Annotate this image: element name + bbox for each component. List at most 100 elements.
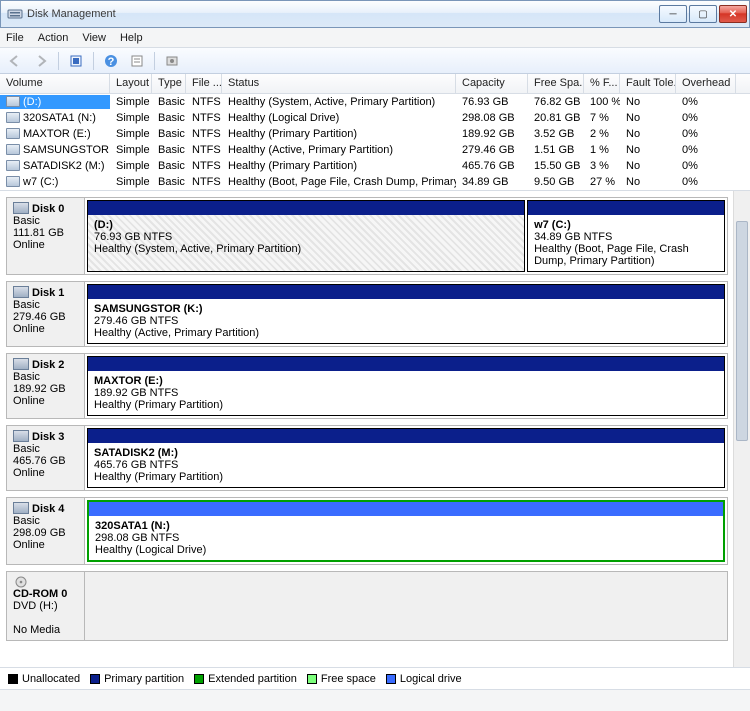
volume-pct: 2 % bbox=[584, 127, 620, 141]
volume-row[interactable]: SAMSUNGSTOR (K:)SimpleBasicNTFSHealthy (… bbox=[0, 142, 750, 158]
partition[interactable]: MAXTOR (E:)189.92 GB NTFSHealthy (Primar… bbox=[87, 356, 725, 416]
partition-body: w7 (C:)34.89 GB NTFSHealthy (Boot, Page … bbox=[528, 215, 724, 271]
disk-info[interactable]: Disk 0Basic111.81 GBOnline bbox=[7, 198, 85, 274]
swatch-free bbox=[307, 674, 317, 684]
volume-status: Healthy (Active, Primary Partition) bbox=[222, 143, 456, 157]
volume-overhead: 0% bbox=[676, 143, 736, 157]
toolbar-separator bbox=[58, 52, 59, 70]
volume-free: 1.51 GB bbox=[528, 143, 584, 157]
volume-fault: No bbox=[620, 159, 676, 173]
disk-name: Disk 4 bbox=[32, 503, 64, 515]
partition-status: Healthy (System, Active, Primary Partiti… bbox=[94, 243, 518, 255]
volume-name: SAMSUNGSTOR (K:) bbox=[23, 144, 110, 156]
partition-body: SATADISK2 (M:)465.76 GB NTFSHealthy (Pri… bbox=[88, 443, 724, 487]
partition[interactable]: SATADISK2 (M:)465.76 GB NTFSHealthy (Pri… bbox=[87, 428, 725, 488]
window-titlebar: Disk Management ─ ▢ ✕ bbox=[0, 0, 750, 28]
legend-label: Unallocated bbox=[22, 673, 80, 685]
col-overhead[interactable]: Overhead bbox=[676, 74, 736, 93]
col-volume[interactable]: Volume bbox=[0, 74, 110, 93]
settings-button[interactable] bbox=[161, 50, 183, 72]
disk-capacity: 279.46 GB bbox=[13, 311, 78, 323]
volume-free: 76.82 GB bbox=[528, 95, 584, 109]
status-bar bbox=[0, 689, 750, 711]
disk-row: Disk 3Basic465.76 GBOnlineSATADISK2 (M:)… bbox=[6, 425, 728, 491]
disk-capacity: 298.09 GB bbox=[13, 527, 78, 539]
app-icon bbox=[7, 6, 23, 22]
partition-size: 298.08 GB NTFS bbox=[95, 532, 717, 544]
scrollbar-thumb[interactable] bbox=[736, 221, 748, 441]
volume-type: Basic bbox=[152, 95, 186, 109]
volume-fs: NTFS bbox=[186, 111, 222, 125]
volume-pct: 1 % bbox=[584, 143, 620, 157]
volume-status: Healthy (Logical Drive) bbox=[222, 111, 456, 125]
volume-overhead: 0% bbox=[676, 159, 736, 173]
disk-info[interactable]: Disk 1Basic279.46 GBOnline bbox=[7, 282, 85, 346]
volume-list-header: Volume Layout Type File ... Status Capac… bbox=[0, 74, 750, 94]
minimize-button[interactable]: ─ bbox=[659, 5, 687, 23]
volume-type: Basic bbox=[152, 143, 186, 157]
partition[interactable]: w7 (C:)34.89 GB NTFSHealthy (Boot, Page … bbox=[527, 200, 725, 272]
volume-capacity: 76.93 GB bbox=[456, 95, 528, 109]
disk-partitions: SAMSUNGSTOR (K:)279.46 GB NTFSHealthy (A… bbox=[85, 282, 727, 346]
refresh-button[interactable] bbox=[65, 50, 87, 72]
col-filesystem[interactable]: File ... bbox=[186, 74, 222, 93]
help-button[interactable]: ? bbox=[100, 50, 122, 72]
volume-row[interactable]: SATADISK2 (M:)SimpleBasicNTFSHealthy (Pr… bbox=[0, 158, 750, 174]
swatch-logical bbox=[386, 674, 396, 684]
back-button[interactable] bbox=[4, 50, 26, 72]
disk-info[interactable]: CD-ROM 0DVD (H:)No Media bbox=[7, 572, 85, 640]
disk-icon bbox=[13, 502, 29, 514]
window-title: Disk Management bbox=[27, 8, 659, 20]
maximize-button[interactable]: ▢ bbox=[689, 5, 717, 23]
toolbar-separator bbox=[93, 52, 94, 70]
scrollbar-vertical[interactable] bbox=[733, 191, 750, 667]
volume-fs: NTFS bbox=[186, 159, 222, 173]
menu-help[interactable]: Help bbox=[120, 32, 143, 44]
volume-row[interactable]: (D:)SimpleBasicNTFSHealthy (System, Acti… bbox=[0, 94, 750, 110]
partition[interactable]: 320SATA1 (N:)298.08 GB NTFSHealthy (Logi… bbox=[87, 500, 725, 562]
disk-info[interactable]: Disk 2Basic189.92 GBOnline bbox=[7, 354, 85, 418]
volume-pct: 3 % bbox=[584, 159, 620, 173]
partition-body: 320SATA1 (N:)298.08 GB NTFSHealthy (Logi… bbox=[89, 516, 723, 560]
volume-fs: NTFS bbox=[186, 175, 222, 189]
disk-type: Basic bbox=[13, 215, 78, 227]
col-free[interactable]: Free Spa... bbox=[528, 74, 584, 93]
partition-status: Healthy (Logical Drive) bbox=[95, 544, 717, 556]
menu-action[interactable]: Action bbox=[38, 32, 69, 44]
col-layout[interactable]: Layout bbox=[110, 74, 152, 93]
disk-row: Disk 1Basic279.46 GBOnlineSAMSUNGSTOR (K… bbox=[6, 281, 728, 347]
volume-row[interactable]: 320SATA1 (N:)SimpleBasicNTFSHealthy (Log… bbox=[0, 110, 750, 126]
col-type[interactable]: Type bbox=[152, 74, 186, 93]
menu-view[interactable]: View bbox=[82, 32, 106, 44]
volume-pct: 7 % bbox=[584, 111, 620, 125]
col-fault[interactable]: Fault Tole... bbox=[620, 74, 676, 93]
volume-type: Basic bbox=[152, 111, 186, 125]
partition[interactable]: SAMSUNGSTOR (K:)279.46 GB NTFSHealthy (A… bbox=[87, 284, 725, 344]
forward-button[interactable] bbox=[30, 50, 52, 72]
disk-type: DVD (H:) bbox=[13, 600, 78, 612]
volume-row[interactable]: MAXTOR (E:)SimpleBasicNTFSHealthy (Prima… bbox=[0, 126, 750, 142]
close-button[interactable]: ✕ bbox=[719, 5, 747, 23]
disk-info[interactable]: Disk 3Basic465.76 GBOnline bbox=[7, 426, 85, 490]
properties-button[interactable] bbox=[126, 50, 148, 72]
volume-row[interactable]: w7 (C:)SimpleBasicNTFSHealthy (Boot, Pag… bbox=[0, 174, 750, 190]
legend-label: Logical drive bbox=[400, 673, 462, 685]
disk-type: Basic bbox=[13, 299, 78, 311]
col-capacity[interactable]: Capacity bbox=[456, 74, 528, 93]
partition-bar bbox=[88, 201, 524, 215]
volume-layout: Simple bbox=[110, 111, 152, 125]
swatch-unallocated bbox=[8, 674, 18, 684]
volume-status: Healthy (System, Active, Primary Partiti… bbox=[222, 95, 456, 109]
volume-overhead: 0% bbox=[676, 111, 736, 125]
partition-body: MAXTOR (E:)189.92 GB NTFSHealthy (Primar… bbox=[88, 371, 724, 415]
volume-name: w7 (C:) bbox=[23, 176, 58, 188]
col-percent[interactable]: % F... bbox=[584, 74, 620, 93]
volume-name: (D:) bbox=[23, 96, 41, 108]
disk-state: Online bbox=[13, 467, 78, 479]
legend: Unallocated Primary partition Extended p… bbox=[0, 667, 750, 689]
disk-map: Disk 0Basic111.81 GBOnline(D:)76.93 GB N… bbox=[0, 191, 750, 667]
menu-file[interactable]: File bbox=[6, 32, 24, 44]
col-status[interactable]: Status bbox=[222, 74, 456, 93]
partition[interactable]: (D:)76.93 GB NTFSHealthy (System, Active… bbox=[87, 200, 525, 272]
disk-info[interactable]: Disk 4Basic298.09 GBOnline bbox=[7, 498, 85, 564]
